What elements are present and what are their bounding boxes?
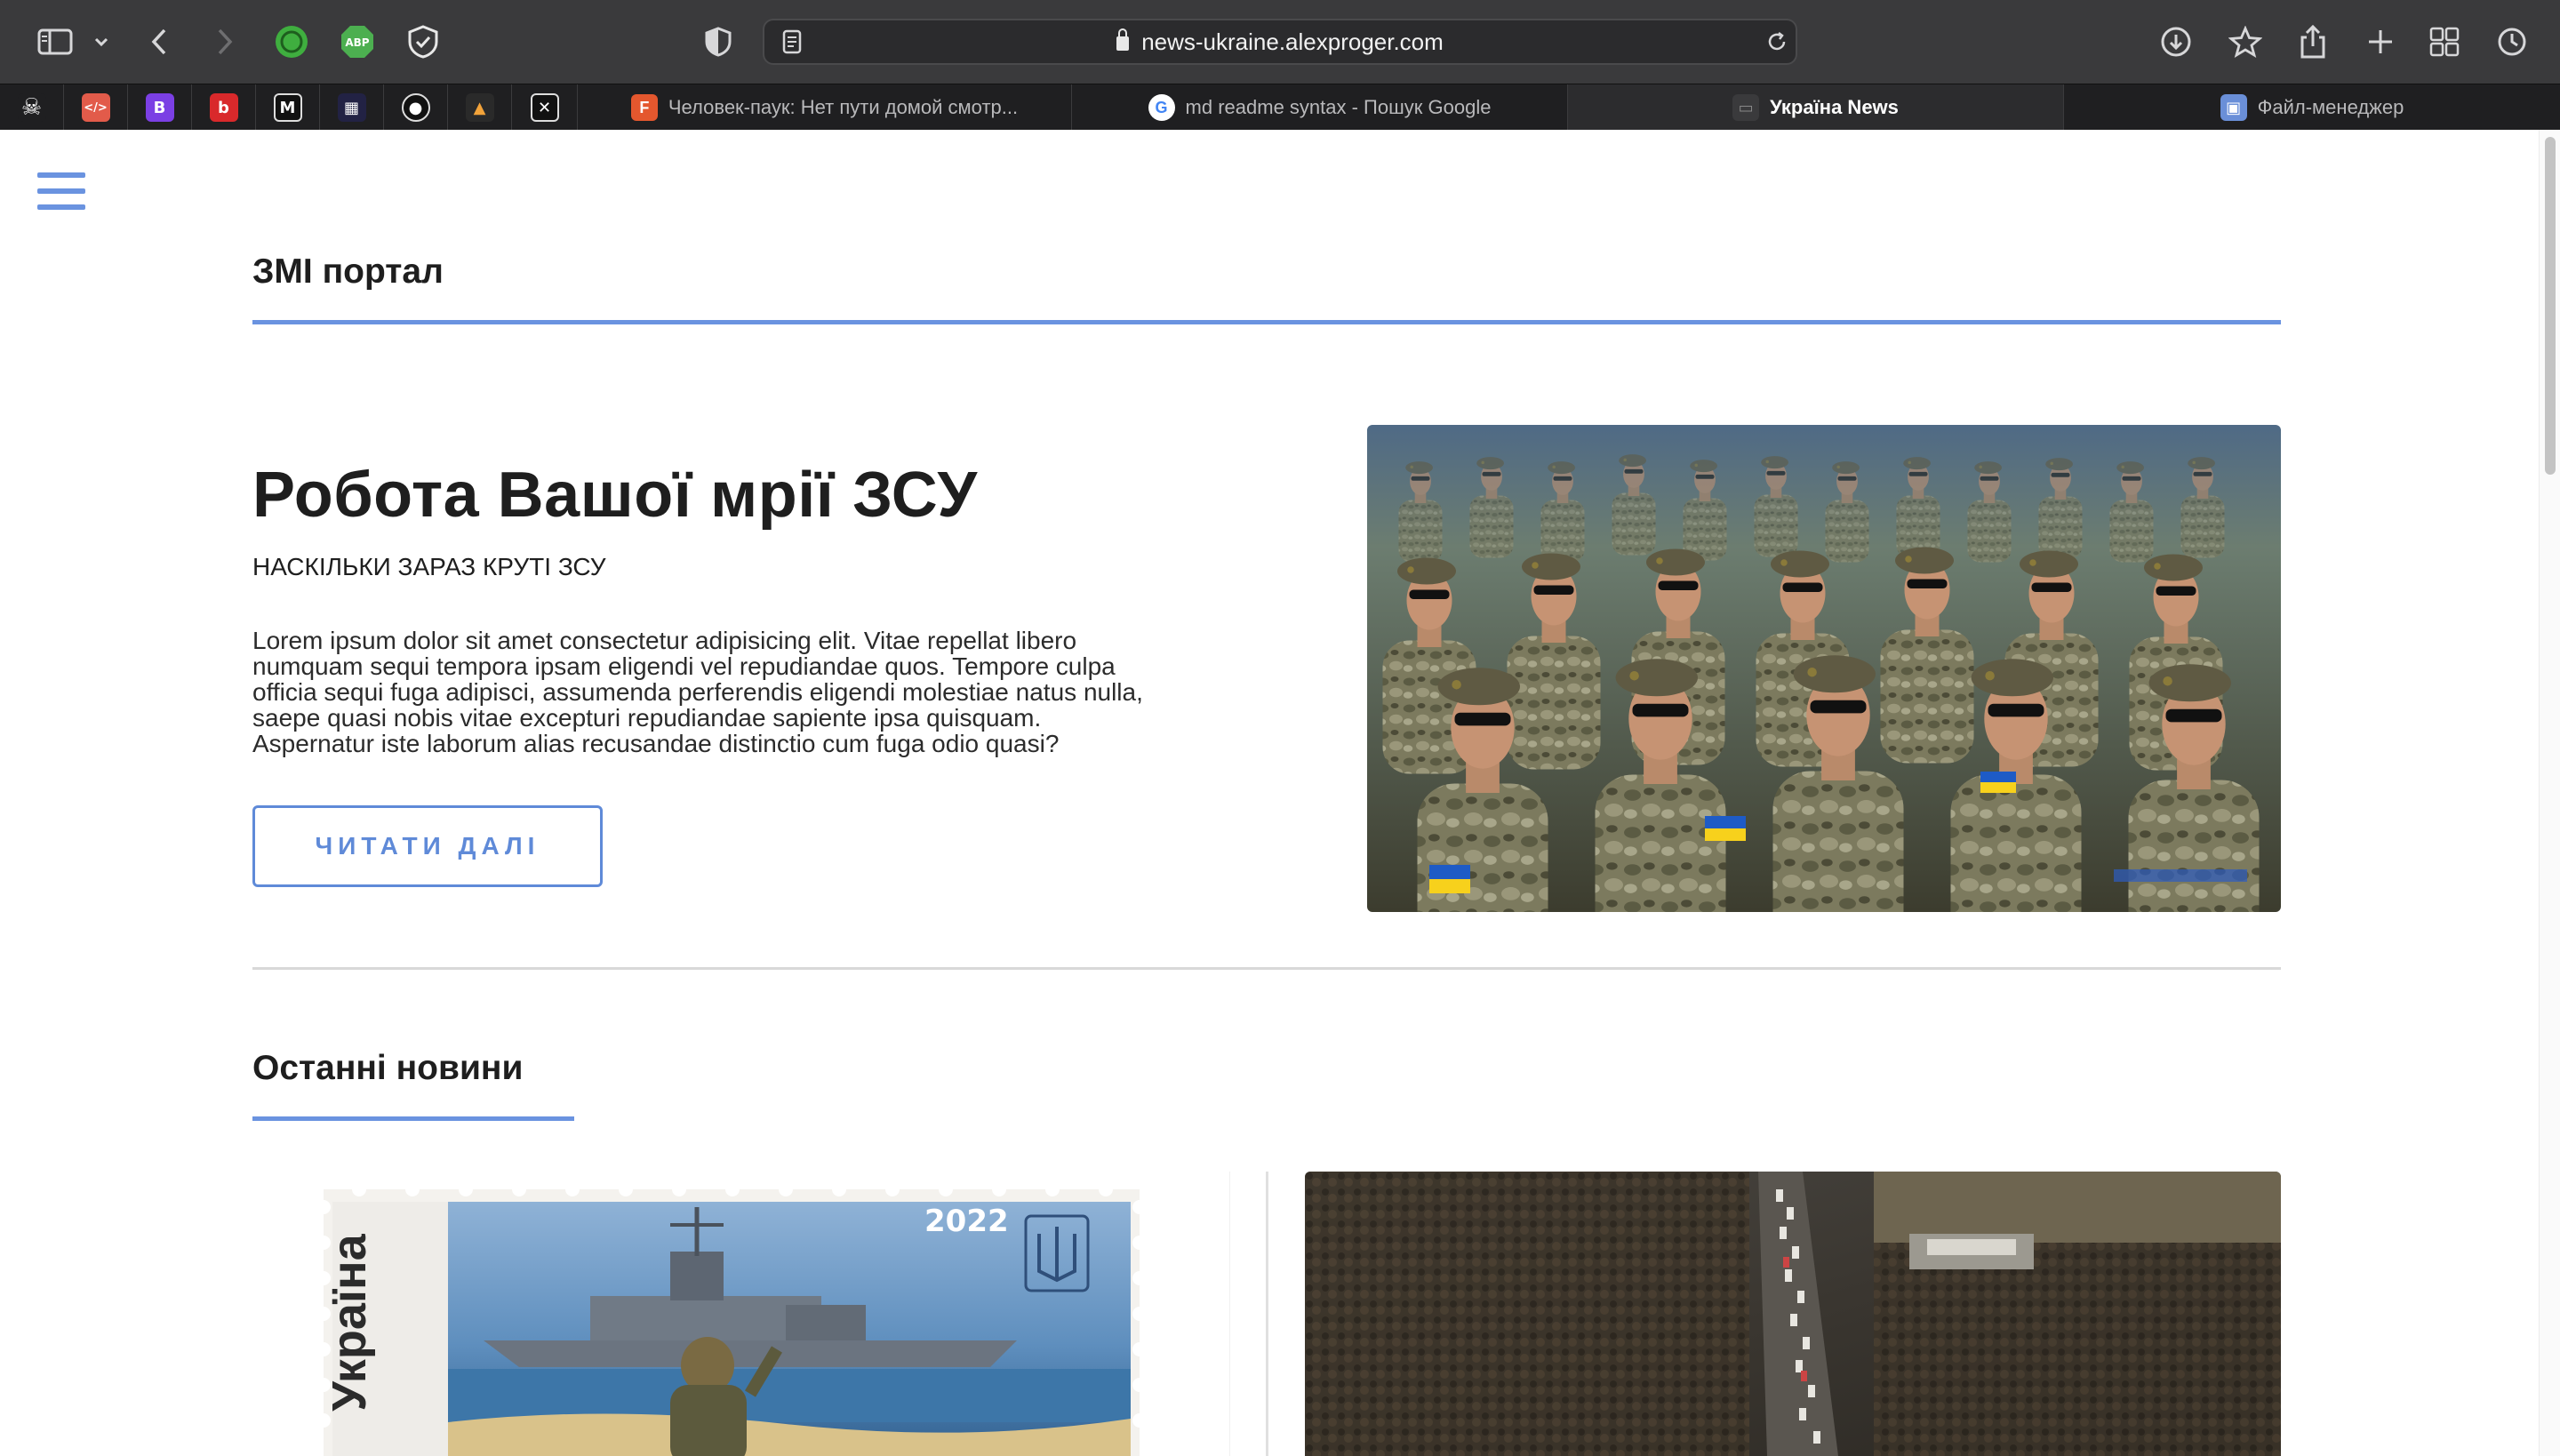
portal-underline [252,320,2281,324]
pinned-tab[interactable]: ☠ [0,84,64,131]
f-logo-icon: F [630,94,658,121]
tab-ukraina-news[interactable]: ▭ Україна News [1568,84,2064,131]
pinned-tab[interactable]: ▲ [448,84,512,131]
pinned-tab[interactable]: b [192,84,256,131]
pinned-tab[interactable]: M [256,84,320,131]
page-scrollbar[interactable] [2539,130,2560,1456]
tab-google-search[interactable]: G md readme syntax - Пошук Google [1072,84,1568,131]
pinned-tab[interactable]: ● [384,84,448,131]
tab-label: Файл-менеджер [2257,96,2404,118]
pinned-tab[interactable]: ▦ [320,84,384,131]
web-page: ЗМІ портал Робота Вашої мрії ЗСУ НАСКІЛЬ… [0,130,2560,1456]
bootstrap-icon: B [145,93,174,122]
tab-label: md readme syntax - Пошук Google [1185,96,1492,118]
svg-text:ABP: ABP [345,36,369,49]
tab-file-manager[interactable]: ▣ Файл-менеджер [2064,84,2560,131]
pinned-tab[interactable]: </> [64,84,128,131]
lock-icon [1116,28,1130,51]
latest-news-underline [252,1116,574,1121]
tab-overview-icon[interactable] [2428,26,2460,58]
tab-label: Человек-паук: Нет пути домой смотр... [668,96,1019,118]
back-icon[interactable] [148,27,171,57]
hero-text: Lorem ipsum dolor sit amet consectetur a… [252,627,1143,757]
browser-toolbar: ABP news-ukraine.alexproger.com [0,0,2560,84]
medium-icon: M [273,93,302,122]
adblock-icon[interactable]: ABP [340,24,375,60]
pinned-tab[interactable]: ✕ [512,84,578,131]
forward-icon[interactable] [213,27,236,57]
address-bar[interactable]: news-ukraine.alexproger.com [763,19,1797,65]
portal-title: ЗМІ портал [252,252,444,291]
section-divider [252,967,2281,970]
share-icon[interactable] [2297,23,2329,60]
stamp-year: 2022 [924,1204,1009,1239]
shield-check-icon[interactable] [405,24,441,60]
cards-separator [1266,1172,1268,1456]
latest-news-title: Останні новини [252,1049,524,1087]
hero-title: Робота Вашої мрії ЗСУ [252,460,978,531]
sidebar-toggle-icon[interactable] [36,26,75,58]
reload-icon[interactable] [1765,30,1788,53]
extension-hand-icon[interactable] [274,24,309,60]
github-icon: ● [401,93,430,122]
film-clapper-icon: ▦ [337,93,366,122]
downloads-icon[interactable] [2158,24,2194,60]
monitor-icon: ▭ [1732,94,1760,121]
news-card-aerial-road[interactable] [1305,1172,2281,1456]
google-icon: G [1148,94,1175,121]
pinned-tab[interactable]: B [128,84,192,131]
tab-bar: ☠ </> B b M ▦ ● ▲ ✕ F Человек-паук: Нет … [0,84,2560,131]
tab-label: Україна News [1770,96,1899,118]
privacy-report-icon[interactable] [702,26,734,58]
scrollbar-thumb[interactable] [2545,137,2556,475]
file-manager-icon: ▣ [2220,94,2247,121]
url-text: news-ukraine.alexproger.com [1141,28,1444,55]
tab-spiderman[interactable]: F Человек-паук: Нет пути домой смотр... [578,84,1072,131]
read-more-button[interactable]: ЧИТАТИ ДАЛІ [252,805,603,887]
stamp-country: Україна [323,1234,376,1412]
bookmark-star-icon[interactable] [2228,24,2263,60]
new-tab-plus-icon[interactable] [2364,26,2396,58]
hero-subtitle: НАСКІЛЬКИ ЗАРАЗ КРУТІ ЗСУ [252,553,606,580]
grid-x-icon: ✕ [530,93,559,122]
red-app-icon: b [209,93,238,122]
hero-image-soldiers [1367,425,2281,912]
history-clock-icon[interactable] [2496,26,2528,58]
news-card-stamp[interactable]: 2022 Україна [252,1172,1230,1456]
pirate-skull-icon: ☠ [17,93,46,122]
chevron-down-icon[interactable] [92,33,110,51]
code-tag-icon: </> [81,93,110,122]
colorful-logo-icon: ▲ [465,93,494,122]
hamburger-menu-icon[interactable] [37,172,87,212]
